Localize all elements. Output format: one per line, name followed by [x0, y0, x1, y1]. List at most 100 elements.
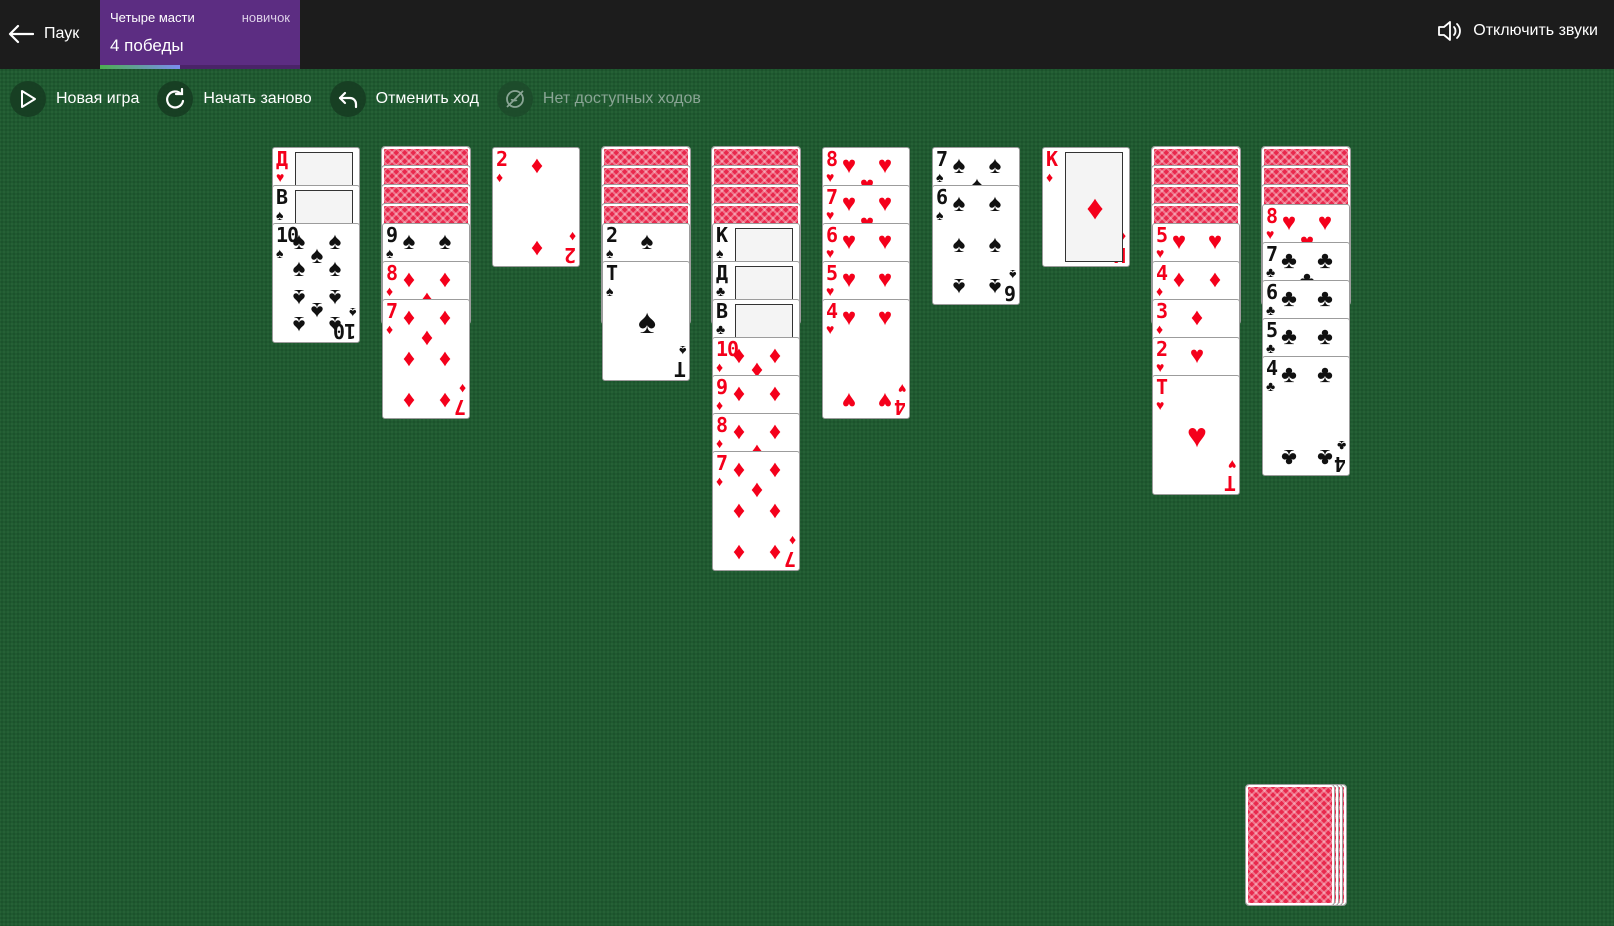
card-suit-bottom: ♥ [897, 381, 906, 397]
card-pip: ♥ [877, 266, 893, 293]
card-pip: ♦ [402, 345, 416, 372]
playing-card[interactable]: 4 ♥ 4 ♥ ♥ ♥ ♥ ♥ [822, 299, 910, 419]
mode-name: Четыре масти [110, 10, 195, 25]
card-rank: 7 [826, 185, 838, 209]
card-suit: ♣ [1266, 378, 1276, 394]
card-pip: ♠ [438, 228, 452, 255]
card-suit: ♠ [606, 283, 614, 299]
card-pip: ♥ [877, 228, 893, 255]
card-pip: ♠ [952, 190, 966, 217]
hint-button[interactable]: Нет доступных ходов [496, 81, 701, 117]
card-pip: ♦ [1086, 189, 1104, 227]
card-pip: ♠ [640, 228, 654, 255]
back-button[interactable]: Паук [8, 18, 79, 50]
playing-card[interactable]: Т ♥ Т ♥ ♥ [1152, 375, 1240, 495]
playing-card[interactable]: К♦К♦♦ [1042, 147, 1130, 267]
playing-card[interactable]: Т ♠ Т ♠ ♠ [602, 261, 690, 381]
restart-button[interactable]: Начать заново [157, 81, 312, 117]
card-pip: ♥ [877, 152, 893, 179]
mode-level: новичок [241, 10, 290, 25]
card-suit: ♠ [716, 245, 724, 261]
card-suit: ♣ [1266, 302, 1276, 318]
card-suit-bottom: ♠ [678, 343, 686, 359]
card-pip: ♠ [988, 231, 1002, 258]
card-pip: ♦ [732, 418, 746, 445]
card-pip: ♠ [292, 228, 306, 255]
card-rank: 9 [386, 223, 398, 247]
card-pip: ♦ [1172, 266, 1186, 293]
playing-card[interactable]: 7 ♦ 7 ♦ ♦ ♦ ♦ ♦ ♦ ♦ ♦ [712, 451, 800, 571]
card-suit-bottom: ♦ [458, 381, 466, 397]
card-rank: Т [1156, 375, 1168, 399]
card-rank: 2 [606, 223, 618, 247]
card-suit: ♦ [1046, 169, 1054, 185]
card-rank-bottom: 2 [564, 243, 576, 267]
card-pip: ♠ [637, 303, 657, 341]
card-pip: ♦ [402, 304, 416, 331]
card-pip: ♠ [310, 242, 324, 269]
card-suit: ♥ [826, 245, 835, 261]
card-pip: ♥ [1317, 209, 1333, 236]
card-rank: 8 [1266, 204, 1278, 228]
card-pip: ♠ [328, 284, 342, 311]
speaker-icon [1438, 21, 1462, 41]
card-rank: 7 [1266, 242, 1278, 266]
card-pip: ♣ [1317, 247, 1333, 274]
card-pip: ♦ [402, 266, 416, 293]
card-pip: ♦ [438, 266, 452, 293]
card-rank: В [276, 185, 288, 209]
new-game-button[interactable]: Новая игра [10, 81, 139, 117]
card-pip: ♦ [732, 380, 746, 407]
card-rank-bottom: 6 [1004, 281, 1016, 305]
card-pip: ♦ [438, 387, 452, 414]
playing-card[interactable]: 10 ♠ 10 ♠ ♠ ♠ ♠ ♠ ♠ ♠ ♠ ♠ ♠ ♠ [272, 223, 360, 343]
stock-card[interactable] [1245, 784, 1335, 906]
card-suit: ♣ [1266, 340, 1276, 356]
restart-label: Начать заново [203, 90, 312, 107]
card-pip: ♦ [438, 345, 452, 372]
card-pip: ♣ [1317, 361, 1333, 388]
playing-card[interactable]: 4 ♣ 4 ♣ ♣ ♣ ♣ ♣ [1262, 356, 1350, 476]
card-rank-bottom: Т [674, 357, 686, 381]
playing-card[interactable]: 6 ♠ 6 ♠ ♠ ♠ ♠ ♠ ♠ ♠ [932, 185, 1020, 305]
mute-sound-button[interactable]: Отключить звуки [1437, 20, 1598, 42]
card-rank: 5 [1266, 318, 1278, 342]
card-pip: ♠ [328, 255, 342, 282]
stock-pile[interactable] [1245, 784, 1356, 907]
card-pip: ♣ [1281, 247, 1297, 274]
card-pip: ♥ [1171, 228, 1187, 255]
playing-card[interactable]: 7 ♦ 7 ♦ ♦ ♦ ♦ ♦ ♦ ♦ ♦ [382, 299, 470, 419]
card-suit: ♥ [1156, 397, 1165, 413]
card-pip: ♦ [768, 380, 782, 407]
card-rank-bottom: 4 [1334, 452, 1346, 476]
card-pip: ♦ [1208, 266, 1222, 293]
card-rank: 8 [826, 147, 838, 171]
card-pip: ♣ [1281, 361, 1297, 388]
card-pip: ♦ [768, 497, 782, 524]
game-mode-panel[interactable]: Четыре масти новичок 4 победы [100, 0, 300, 69]
card-pip: ♠ [952, 152, 966, 179]
card-suit: ♥ [826, 207, 835, 223]
card-pip: ♠ [952, 231, 966, 258]
card-suit: ♥ [1266, 226, 1275, 242]
wins-count: 4 победы [110, 36, 184, 55]
card-rank: В [716, 299, 728, 323]
card-pip: ♠ [988, 152, 1002, 179]
card-pip: ♥ [1207, 228, 1223, 255]
card-pip: ♠ [988, 273, 1002, 300]
card-rank: 2 [1156, 337, 1168, 361]
card-pip: ♣ [1317, 323, 1333, 350]
card-pip: ♦ [530, 235, 544, 262]
back-label: Паук [44, 25, 80, 42]
undo-button[interactable]: Отменить ход [329, 81, 479, 117]
card-pip: ♦ [1190, 304, 1204, 331]
card-suit: ♦ [386, 321, 394, 337]
card-rank: Д [716, 261, 728, 285]
card-suit: ♦ [386, 283, 394, 299]
card-pip: ♥ [841, 266, 857, 293]
card-rank-bottom: 7 [454, 395, 466, 419]
playing-card[interactable]: 2 ♦ 2 ♦ ♦ ♦ [492, 147, 580, 267]
card-pip: ♦ [732, 342, 746, 369]
card-suit: ♦ [716, 473, 724, 489]
card-pip: ♠ [988, 190, 1002, 217]
